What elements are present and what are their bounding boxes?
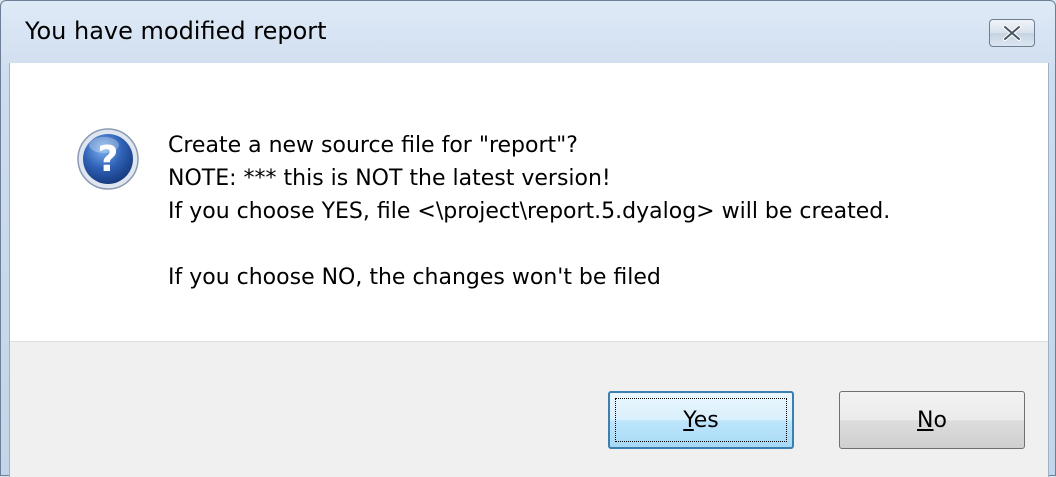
yes-mnemonic: Y <box>683 407 694 433</box>
yes-button-label: Yes <box>683 408 719 433</box>
message-line-1: Create a new source file for "report"? <box>168 133 578 158</box>
svg-text:?: ? <box>98 139 119 180</box>
message-line-3: If you choose YES, file <\project\report… <box>168 199 891 224</box>
message-text: Create a new source file for "report"? N… <box>168 129 890 294</box>
close-icon <box>1003 25 1021 41</box>
message-line-2: NOTE: *** this is NOT the latest version… <box>168 166 611 191</box>
yes-button[interactable]: Yes <box>608 391 794 449</box>
close-button[interactable] <box>989 19 1035 47</box>
no-label-rest: o <box>933 407 947 433</box>
title-bar[interactable]: You have modified report <box>1 1 1055 63</box>
no-button[interactable]: No <box>839 391 1025 449</box>
question-icon: ? <box>77 128 139 190</box>
message-area: ? Create a new source file for "report"?… <box>10 63 1048 341</box>
no-mnemonic: N <box>917 407 934 433</box>
yes-label-rest: es <box>693 407 719 433</box>
dialog-window: You have modified report ? Create a new … <box>0 0 1056 477</box>
no-button-label: No <box>917 408 947 433</box>
message-line-4: If you choose NO, the changes won't be f… <box>168 265 661 290</box>
window-title: You have modified report <box>25 17 327 45</box>
